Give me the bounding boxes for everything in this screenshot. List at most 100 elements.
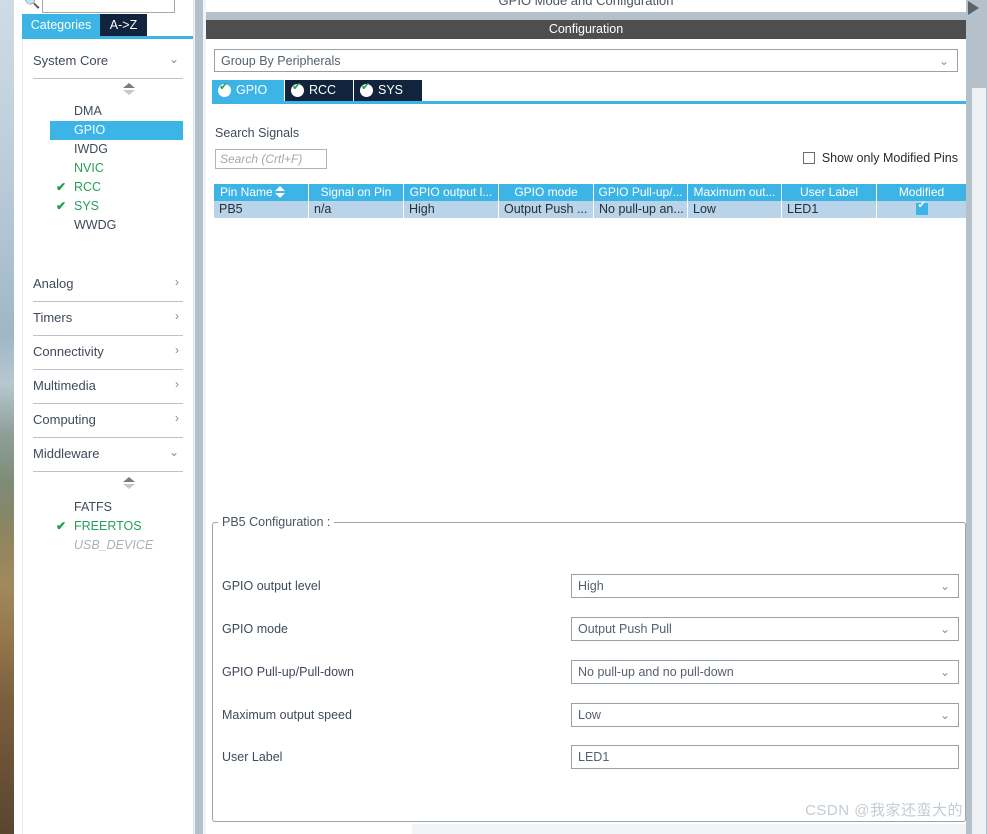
sidebar-splitter-handle[interactable] (195, 0, 203, 834)
cell-signal-on-pin[interactable]: n/a (309, 201, 404, 218)
search-input[interactable]: Search (Crtl+F) (215, 149, 327, 169)
sidebar-group-label: System Core (33, 53, 109, 68)
tab-a-to-z[interactable]: A->Z (100, 14, 147, 36)
chevron-right-icon: › (175, 411, 179, 425)
sidebar-item-label: IWDG (74, 142, 109, 156)
column-header-gpio-pull-up-down[interactable]: GPIO Pull-up/... (594, 184, 688, 201)
cell-user-label[interactable]: LED1 (782, 201, 877, 218)
sidebar-group-computing[interactable]: Computing › (33, 404, 183, 438)
sidebar-item-sys[interactable]: ✔ SYS (50, 197, 183, 216)
sidebar-group-label: Analog (33, 276, 74, 291)
search-signals-label: Search Signals (215, 126, 300, 140)
field-value: High (578, 579, 604, 593)
categories-sidebar: 🔍 ⚙ Categories A->Z System Core ⌄ DMA GP… (22, 0, 194, 834)
sidebar-item-freertos[interactable]: ✔ FREERTOS (50, 517, 183, 536)
field-label: GPIO output level (222, 579, 321, 593)
cell-pin-name[interactable]: PB5 (214, 201, 309, 218)
tab-sys[interactable]: SYS (354, 80, 422, 101)
sidebar-item-label: SYS (74, 199, 100, 213)
sidebar-tabs: Categories A->Z (22, 14, 193, 36)
tab-categories[interactable]: Categories (22, 14, 100, 36)
table-header-row: Pin Name Signal on Pin GPIO output l... … (214, 184, 966, 201)
cell-modified[interactable] (877, 201, 966, 218)
field-row-gpio-mode: GPIO mode Output Push Pull ⌄ (213, 617, 967, 641)
user-label-input[interactable]: LED1 (571, 745, 959, 769)
sidebar-item-label: GPIO (74, 123, 106, 137)
gpio-mode-dropdown[interactable]: Output Push Pull ⌄ (571, 617, 959, 641)
field-value: Output Push Pull (578, 622, 672, 636)
sidebar-item-usb-device[interactable]: USB_DEVICE (50, 536, 183, 555)
table-row[interactable]: PB5 n/a High Output Push ... No pull-up … (214, 201, 966, 218)
cell-gpio-mode[interactable]: Output Push ... (499, 201, 594, 218)
pin-configuration-legend: PB5 Configuration : (218, 514, 335, 530)
column-header-gpio-output-level[interactable]: GPIO output l... (404, 184, 499, 201)
sidebar-group-label: Multimedia (33, 378, 96, 393)
pin-configuration-table: Pin Name Signal on Pin GPIO output l... … (214, 184, 966, 218)
system-core-scroll-spinner[interactable] (122, 82, 135, 96)
sidebar-item-dma[interactable]: DMA (50, 102, 183, 121)
sidebar-group-timers[interactable]: Timers › (33, 302, 183, 336)
background-photo-strip (0, 0, 14, 834)
configuration-header: Configuration (206, 20, 966, 39)
cell-gpio-output-level[interactable]: High (404, 201, 499, 218)
sidebar-item-wwdg[interactable]: WWDG (50, 216, 183, 235)
chevron-right-icon: › (175, 309, 179, 323)
check-circle-icon (291, 81, 304, 97)
chevron-right-icon: › (175, 377, 179, 391)
cell-gpio-pull-up-down[interactable]: No pull-up an... (594, 201, 688, 218)
middleware-scroll-spinner[interactable] (122, 476, 135, 490)
group-by-dropdown[interactable]: Group By Peripherals ⌄ (214, 49, 958, 72)
scroll-right-arrow-icon[interactable] (968, 1, 979, 15)
sidebar-search-input[interactable] (42, 0, 175, 13)
check-icon: ✔ (56, 519, 67, 533)
sidebar-group-multimedia[interactable]: Multimedia › (33, 370, 183, 404)
sidebar-item-fatfs[interactable]: FATFS (50, 498, 183, 517)
show-only-modified-pins-checkbox[interactable]: Show only Modified Pins (802, 149, 958, 166)
column-header-gpio-mode[interactable]: GPIO mode (499, 184, 594, 201)
sidebar-group-middleware[interactable]: Middleware ⌄ (33, 438, 183, 472)
gpio-pull-up-pull-down-dropdown[interactable]: No pull-up and no pull-down ⌄ (571, 660, 959, 684)
scrollbar-track[interactable] (972, 88, 986, 834)
vertical-scrollbar[interactable] (966, 0, 987, 834)
chevron-down-icon: ⌄ (939, 665, 950, 679)
sidebar-group-connectivity[interactable]: Connectivity › (33, 336, 183, 370)
sidebar-group-system-core[interactable]: System Core ⌄ (33, 45, 183, 79)
modified-checkbox[interactable] (915, 201, 928, 215)
sidebar-item-rcc[interactable]: ✔ RCC (50, 178, 183, 197)
gpio-output-level-dropdown[interactable]: High ⌄ (571, 574, 959, 598)
column-header-user-label[interactable]: User Label (782, 184, 877, 201)
sidebar-item-label: FATFS (74, 500, 112, 514)
tab-label: SYS (378, 83, 404, 97)
column-header-pin-name[interactable]: Pin Name (214, 184, 309, 201)
column-header-signal-on-pin[interactable]: Signal on Pin (309, 184, 404, 201)
tab-rcc[interactable]: RCC (285, 80, 353, 101)
maximum-output-speed-dropdown[interactable]: Low ⌄ (571, 703, 959, 727)
sidebar-item-nvic[interactable]: NVIC (50, 159, 183, 178)
column-header-maximum-output-speed[interactable]: Maximum out... (688, 184, 782, 201)
sidebar-group-label: Connectivity (33, 344, 104, 359)
chevron-down-icon: ⌄ (939, 579, 950, 593)
sidebar-item-gpio[interactable]: GPIO (50, 121, 183, 140)
stm32cubemx-pinout-configuration-window: 🔍 ⚙ Categories A->Z System Core ⌄ DMA GP… (0, 0, 987, 834)
sidebar-body: System Core ⌄ DMA GPIO IWDG NVIC ✔ RCC ✔ (22, 39, 193, 834)
field-row-maximum-output-speed: Maximum output speed Low ⌄ (213, 703, 967, 727)
sidebar-group-label: Computing (33, 412, 96, 427)
sort-arrows-icon[interactable] (275, 185, 286, 199)
checkbox-box[interactable] (802, 151, 815, 164)
pin-configuration-groupbox: PB5 Configuration : GPIO output level Hi… (212, 514, 967, 822)
tab-label: RCC (309, 83, 337, 97)
cell-maximum-output-speed[interactable]: Low (688, 201, 782, 218)
group-by-value: Group By Peripherals (221, 53, 341, 68)
chevron-down-icon: ⌄ (939, 708, 950, 722)
column-header-modified[interactable]: Modified (877, 184, 966, 201)
tab-gpio[interactable]: GPIO (212, 80, 284, 101)
watermark: CSDN @我家还蛮大的 (805, 802, 963, 819)
field-label: GPIO Pull-up/Pull-down (222, 665, 355, 679)
chevron-right-icon: › (175, 275, 179, 289)
sidebar-item-label: DMA (74, 104, 102, 118)
sidebar-group-label: Middleware (33, 446, 100, 461)
sidebar-item-iwdg[interactable]: IWDG (50, 140, 183, 159)
show-only-modified-pins-label: Show only Modified Pins (821, 150, 958, 165)
panel-bottom-edge (412, 824, 987, 834)
sidebar-group-analog[interactable]: Analog › (33, 268, 183, 302)
